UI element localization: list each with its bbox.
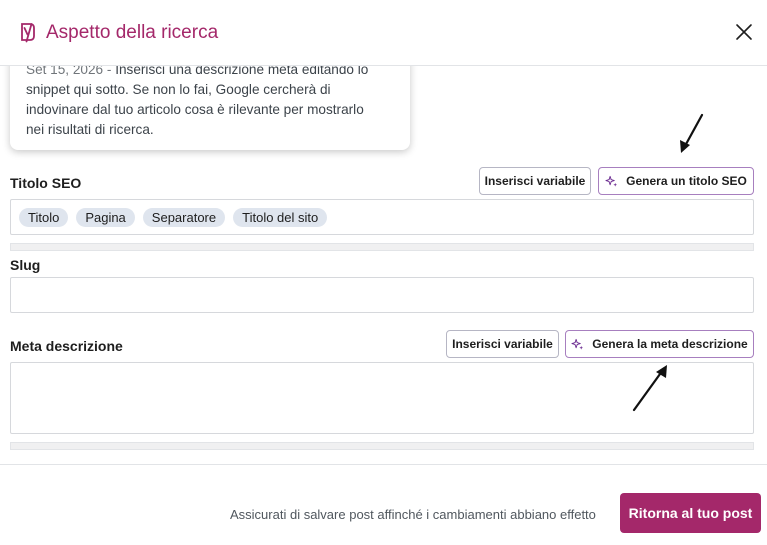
variable-chip[interactable]: Separatore xyxy=(142,208,226,227)
preview-line-2: snippet qui sotto. Se non lo fai, Google… xyxy=(26,82,331,97)
seo-title-input[interactable]: Titolo Pagina Separatore Titolo del sito xyxy=(10,199,754,235)
close-icon[interactable] xyxy=(733,21,755,43)
seo-title-variables: Titolo Pagina Separatore Titolo del sito xyxy=(19,208,328,227)
variable-chip[interactable]: Pagina xyxy=(76,208,135,227)
variable-chip[interactable]: Titolo del sito xyxy=(233,208,328,227)
preview-description: Set 15, 2026 - Inserisci una descrizione… xyxy=(26,60,401,140)
meta-description-label: Meta descrizione xyxy=(10,338,123,354)
slug-input[interactable] xyxy=(10,277,754,313)
seo-title-length-bar xyxy=(10,243,754,251)
annotation-arrow xyxy=(680,113,704,153)
sparkle-icon xyxy=(571,338,584,350)
generate-seo-title-button[interactable]: Genera un titolo SEO xyxy=(598,167,754,195)
yoast-logo-icon xyxy=(21,23,35,43)
meta-description-length-bar xyxy=(10,442,754,450)
modal-title: Aspetto della ricerca xyxy=(46,22,219,43)
sparkle-icon xyxy=(605,175,618,187)
seo-title-label: Titolo SEO xyxy=(10,175,82,191)
meta-description-insert-variable-button[interactable]: Inserisci variabile xyxy=(446,330,559,358)
variable-chip[interactable]: Titolo xyxy=(19,208,69,227)
footer-note: Assicurati di salvare post affinché i ca… xyxy=(230,507,596,522)
generate-meta-description-label: Genera la meta descrizione xyxy=(592,337,748,351)
modal-header: Aspetto della ricerca xyxy=(0,0,767,66)
generate-meta-description-button[interactable]: Genera la meta descrizione xyxy=(565,330,754,358)
preview-line-4: nei risultati di ricerca. xyxy=(26,122,154,137)
annotation-arrow xyxy=(632,365,667,412)
footer-divider xyxy=(0,464,767,465)
seo-title-insert-variable-button[interactable]: Inserisci variabile xyxy=(479,167,591,195)
return-to-post-button[interactable]: Ritorna al tuo post xyxy=(620,493,761,533)
generate-seo-title-label: Genera un titolo SEO xyxy=(626,174,747,188)
preview-line-3: indovinare dal tuo articolo cosa è rilev… xyxy=(26,102,364,117)
slug-label: Slug xyxy=(10,257,41,273)
